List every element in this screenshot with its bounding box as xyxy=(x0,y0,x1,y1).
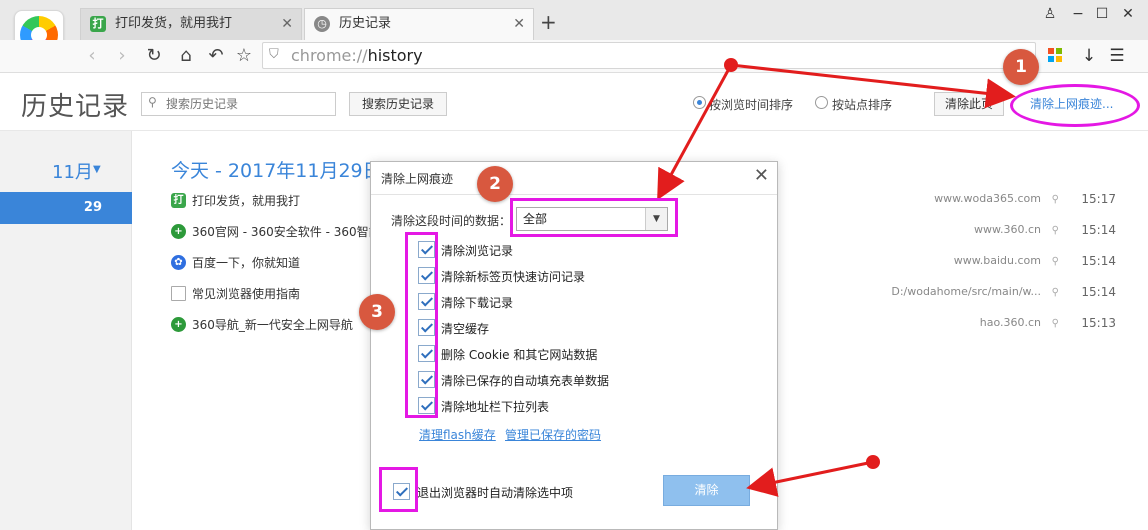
arrow-to-clear-button xyxy=(746,460,874,497)
arrow-to-clear-traces xyxy=(730,63,1016,109)
highlight-box-checkboxes xyxy=(405,232,438,418)
step-badge-1: 1 xyxy=(1003,49,1039,85)
step-badge-2: 2 xyxy=(477,166,513,202)
highlight-box-auto-clear xyxy=(379,467,418,512)
highlight-ellipse xyxy=(1010,84,1140,127)
highlight-box-range xyxy=(510,198,678,237)
arrow-to-range-select xyxy=(657,64,733,201)
step-badge-3: 3 xyxy=(359,294,395,330)
annotation-arrows xyxy=(657,58,1016,497)
